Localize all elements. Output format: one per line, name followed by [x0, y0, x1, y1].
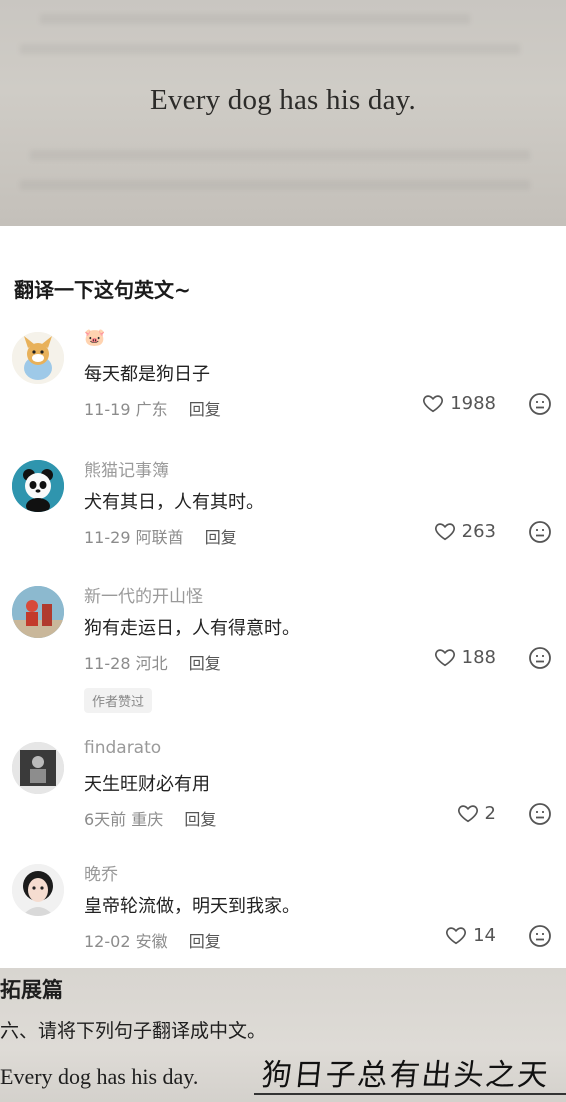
- figure-avatar-icon[interactable]: [12, 586, 64, 638]
- author-liked-badge: 作者赞过: [84, 688, 153, 713]
- heart-icon: [457, 805, 478, 823]
- like-count: 2: [484, 802, 496, 824]
- panda-avatar-icon[interactable]: [12, 460, 64, 512]
- like-button[interactable]: 14: [445, 924, 496, 946]
- girl-avatar-icon[interactable]: [12, 864, 64, 916]
- heart-icon: [434, 523, 455, 541]
- comment-location: 重庆: [131, 810, 164, 829]
- comment-text: 犬有其日，人有其时。: [84, 492, 264, 513]
- comment-date: 6天前: [84, 810, 127, 829]
- like-count: 188: [461, 646, 496, 668]
- like-count: 1988: [450, 392, 496, 414]
- comment-section: 翻译一下这句英文~ 🐷 每天都是狗日子 11-19 广东 回复 1988 熊猫记…: [0, 226, 566, 968]
- comment-date: 12-02: [84, 932, 131, 951]
- blurred-text-line: [30, 150, 530, 160]
- comment-meta: 6天前 重庆 回复: [84, 806, 216, 830]
- comment-text: 天生旺财必有用: [84, 774, 210, 795]
- blurred-text-line: [40, 14, 470, 24]
- post-title: 翻译一下这句英文~: [14, 278, 191, 302]
- comment-location: 安徽: [135, 932, 168, 951]
- like-button[interactable]: 263: [434, 520, 496, 542]
- blurred-text-line: [20, 44, 520, 54]
- comment-location: 阿联酋: [135, 528, 184, 547]
- like-button[interactable]: 188: [434, 646, 496, 668]
- comment-meta: 12-02 安徽 回复: [84, 928, 221, 952]
- comment-location: 广东: [135, 400, 168, 419]
- like-count: 14: [473, 924, 496, 946]
- comment-meta: 11-29 阿联酋 回复: [84, 524, 237, 548]
- comment-text: 皇帝轮流做，明天到我家。: [84, 896, 300, 917]
- comment-username[interactable]: 晚乔: [84, 860, 118, 885]
- worksheet-sentence: Every dog has his day.: [0, 1064, 199, 1089]
- comment-date: 11-28: [84, 654, 131, 673]
- reply-button[interactable]: 回复: [189, 932, 221, 951]
- worksheet-section-title: 拓展篇: [0, 978, 63, 1002]
- emoji-reaction-icon[interactable]: [528, 520, 552, 544]
- like-button[interactable]: 2: [457, 802, 496, 824]
- heart-icon: [423, 395, 444, 413]
- comment-username[interactable]: 新一代的开山怪: [84, 582, 203, 607]
- photo-avatar-icon[interactable]: [12, 742, 64, 794]
- book-page-photo: Every dog has his day.: [0, 0, 566, 226]
- reply-button[interactable]: 回复: [184, 810, 216, 829]
- comment-username[interactable]: 熊猫记事簿: [84, 456, 169, 481]
- comment-username[interactable]: 🐷: [84, 328, 105, 348]
- comment-username[interactable]: findarato: [84, 738, 161, 758]
- handwritten-answer: 狗日子总有出头之天: [259, 1058, 552, 1093]
- worksheet-photo: 拓展篇 六、请将下列句子翻译成中文。 Every dog has his day…: [0, 968, 566, 1102]
- comment-meta: 11-19 广东 回复: [84, 396, 221, 420]
- emoji-reaction-icon[interactable]: [528, 646, 552, 670]
- comment-text: 每天都是狗日子: [84, 364, 210, 385]
- worksheet-instruction: 六、请将下列句子翻译成中文。: [0, 1020, 267, 1042]
- comment-date: 11-29: [84, 528, 131, 547]
- comment-location: 河北: [135, 654, 168, 673]
- book-quote: Every dog has his day.: [150, 84, 416, 116]
- heart-icon: [434, 649, 455, 667]
- reply-button[interactable]: 回复: [205, 528, 237, 547]
- like-button[interactable]: 1988: [422, 392, 496, 414]
- reply-button[interactable]: 回复: [189, 400, 221, 419]
- like-count: 263: [461, 520, 496, 542]
- reply-button[interactable]: 回复: [189, 654, 221, 673]
- heart-icon: [446, 927, 467, 945]
- blurred-text-line: [20, 180, 530, 190]
- cartoon-dog-avatar-icon[interactable]: [12, 332, 64, 384]
- answer-underline: [254, 1093, 566, 1095]
- comment-date: 11-19: [84, 400, 131, 419]
- emoji-reaction-icon[interactable]: [528, 802, 552, 826]
- emoji-reaction-icon[interactable]: [528, 392, 552, 416]
- emoji-reaction-icon[interactable]: [528, 924, 552, 948]
- comment-meta: 11-28 河北 回复: [84, 650, 221, 674]
- comment-text: 狗有走运日，人有得意时。: [84, 618, 300, 639]
